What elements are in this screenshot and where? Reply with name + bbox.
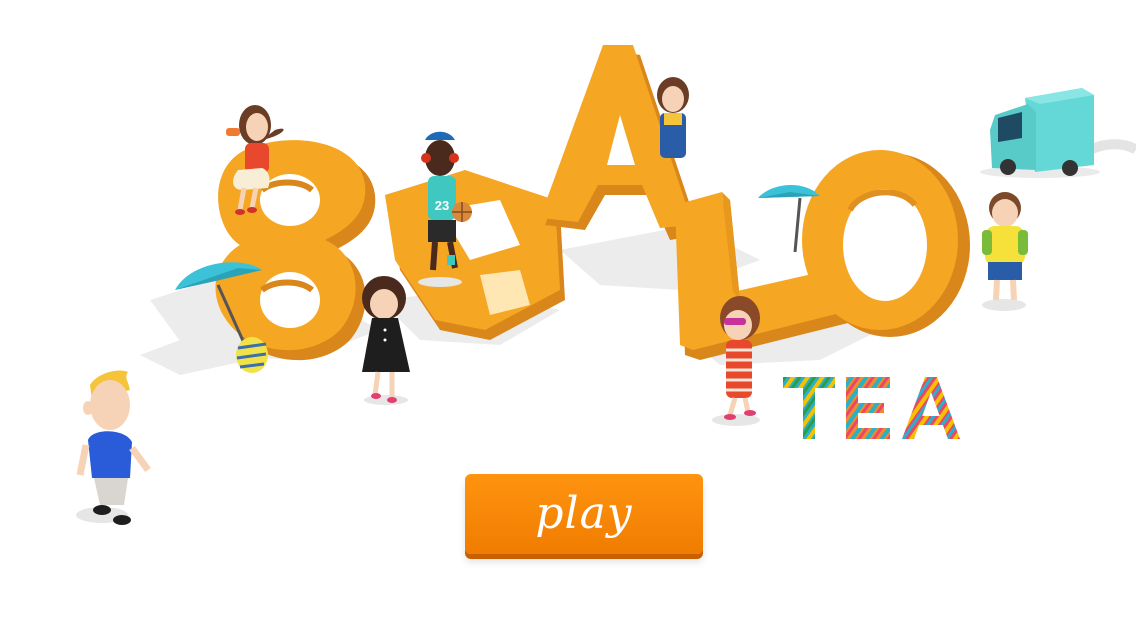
bralo-logo xyxy=(215,45,970,361)
play-button[interactable]: play xyxy=(465,474,703,554)
tea-letter-t xyxy=(783,377,835,439)
delivery-truck xyxy=(980,88,1136,178)
character-girl-black-dress xyxy=(362,276,410,405)
tea-subtitle xyxy=(783,377,960,439)
character-peeking-girl xyxy=(657,77,689,158)
game-title-screen: 23 play xyxy=(0,0,1136,640)
character-walking-boy xyxy=(76,370,151,525)
character-boy-backpack xyxy=(982,192,1028,311)
jersey-number: 23 xyxy=(435,198,449,213)
tea-letter-a xyxy=(902,377,960,439)
tea-letter-e xyxy=(846,377,890,439)
